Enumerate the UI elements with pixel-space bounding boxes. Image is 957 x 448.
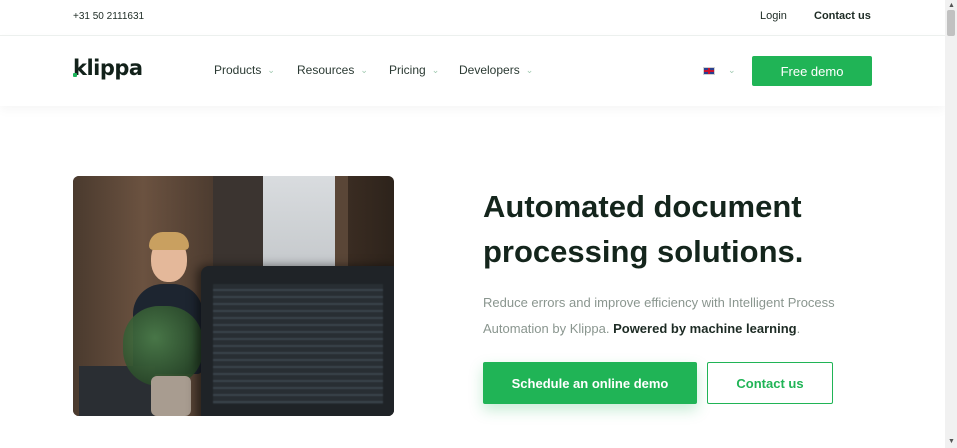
login-link[interactable]: Login	[760, 10, 787, 22]
photo-pot	[151, 376, 191, 416]
photo-person-hair	[149, 232, 189, 250]
chevron-down-icon: ⌄	[360, 64, 368, 75]
schedule-demo-button[interactable]: Schedule an online demo	[483, 362, 697, 404]
nav-item-resources[interactable]: Resources ⌄	[297, 63, 368, 77]
photo-code-screen	[213, 284, 383, 404]
main-nav: klippa Products ⌄ Resources ⌄ Pricing ⌄ …	[0, 36, 945, 106]
top-bar: +31 50 2111631 Login Contact us	[0, 0, 945, 36]
scrollbar[interactable]: ▲ ▼	[945, 0, 957, 448]
klippa-logo[interactable]: klippa	[73, 56, 143, 80]
chevron-down-icon[interactable]: ⌄	[728, 65, 736, 76]
nav-item-label: Developers	[459, 63, 520, 77]
nav-item-products[interactable]: Products ⌄	[214, 63, 275, 77]
hero-subtext: Reduce errors and improve efficiency wit…	[483, 290, 863, 342]
nav-item-label: Resources	[297, 63, 355, 77]
chevron-down-icon: ⌄	[525, 64, 534, 75]
chevron-down-icon: ⌄	[267, 64, 275, 75]
nav-item-label: Products	[214, 63, 262, 77]
nav-item-developers[interactable]: Developers ⌄	[459, 63, 533, 77]
headline-line-1: Automated document	[483, 189, 802, 224]
subtext-bold: Powered by machine learning	[613, 321, 797, 336]
contact-us-button[interactable]: Contact us	[707, 362, 833, 404]
chevron-down-icon: ⌄	[431, 64, 440, 75]
contact-us-link[interactable]: Contact us	[814, 10, 871, 22]
logo-dot-icon	[73, 73, 77, 77]
hero-photo	[73, 176, 394, 416]
free-demo-button[interactable]: Free demo	[752, 56, 872, 86]
logo-text: klippa	[73, 56, 143, 80]
scrollbar-thumb[interactable]	[947, 10, 955, 36]
nav-item-label: Pricing	[389, 63, 426, 77]
phone-number[interactable]: +31 50 2111631	[73, 11, 144, 22]
scroll-down-arrow-icon[interactable]: ▼	[948, 438, 955, 445]
photo-plant	[123, 306, 203, 386]
headline-line-2: processing solutions.	[483, 234, 804, 269]
uk-flag-icon[interactable]	[703, 67, 715, 75]
scroll-up-arrow-icon[interactable]: ▲	[948, 2, 955, 9]
hero-headline: Automated document processing solutions.	[483, 184, 883, 274]
nav-item-pricing[interactable]: Pricing ⌄	[389, 63, 439, 77]
subtext-end: .	[796, 321, 801, 336]
